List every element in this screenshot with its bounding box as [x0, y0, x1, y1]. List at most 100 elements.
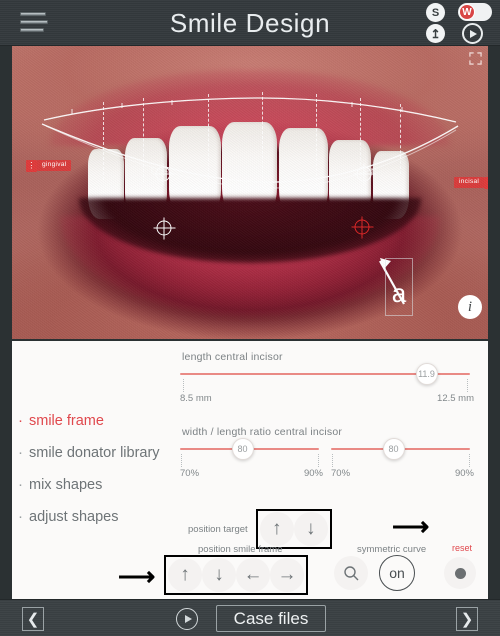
- gingival-tag-marker: ⋮: [26, 159, 37, 172]
- gingival-tag[interactable]: ⋮ gingival: [26, 159, 72, 172]
- slider-max-label: 90%: [303, 468, 323, 479]
- smile-frame-down-button[interactable]: ↓: [202, 558, 236, 592]
- position-smile-frame-label: position smile frame: [198, 544, 283, 555]
- slider-width-length-ratio: width / length ratio central incisor 80 …: [180, 426, 474, 482]
- expand-icon[interactable]: [469, 52, 482, 65]
- menu-item-mix-shapes[interactable]: · mix shapes: [18, 477, 184, 509]
- mode-menu: · smile frame · smile donator library · …: [18, 413, 184, 541]
- gingival-curve: [43, 97, 457, 123]
- control-panel: · smile frame · smile donator library · …: [12, 341, 488, 599]
- slider-labels: 70% 90%: [331, 468, 474, 482]
- menu-item-label: smile frame: [29, 413, 104, 429]
- smile-frame-up-button[interactable]: ↑: [168, 558, 202, 592]
- slider-tick: [181, 454, 183, 467]
- tooth-divider: [143, 98, 144, 182]
- play-triangle: [470, 29, 477, 38]
- position-target-up-button[interactable]: ↑: [259, 512, 294, 546]
- position-target-row: position target ↑ ↓: [188, 509, 332, 549]
- slider-max-label: 90%: [454, 468, 474, 479]
- annotation-arrow-position-smile-frame: ⟶: [118, 561, 156, 591]
- frame-handle-lower-right-selected[interactable]: [351, 216, 374, 239]
- slider-ticks: [331, 454, 470, 468]
- slider-tick: [332, 454, 334, 467]
- tooth-divider: [103, 102, 104, 180]
- slider-title: length central incisor: [182, 351, 283, 363]
- play-button[interactable]: [176, 608, 198, 630]
- bottom-toolbar: ❮ Case files ❯: [0, 599, 500, 636]
- frame-handle-lower-left[interactable]: [153, 217, 176, 240]
- incisal-tag-marker: ⋮: [484, 176, 488, 189]
- menu-item-label: adjust shapes: [29, 509, 119, 525]
- slider-track[interactable]: 80: [331, 438, 470, 460]
- smile-design-app: Smile Design S ↥ W ⋮ gingival incisal a …: [0, 0, 500, 636]
- bullet-icon: ·: [18, 508, 23, 525]
- play-icon[interactable]: [462, 23, 483, 44]
- slider-track[interactable]: 80: [180, 438, 319, 460]
- upload-icon[interactable]: ↥: [426, 24, 445, 43]
- slider-track[interactable]: 11.9: [180, 363, 470, 385]
- annotation-arrow-position-target: ⟶: [392, 511, 430, 541]
- position-target-down-button[interactable]: ↓: [293, 512, 328, 546]
- slider-tick: [182, 379, 184, 392]
- menu-item-label: smile donator library: [29, 445, 160, 461]
- slider-ratio-left: 80 70% 90%: [180, 438, 323, 482]
- menu-item-label: mix shapes: [29, 477, 103, 493]
- bullet-icon: ·: [18, 412, 23, 429]
- tooth-divider: [262, 92, 263, 188]
- smile-frame-overlay[interactable]: [12, 46, 488, 339]
- smile-frame-right-button[interactable]: →: [270, 558, 304, 592]
- dot-icon: [454, 567, 466, 579]
- reset-button[interactable]: [444, 557, 476, 589]
- bullet-icon: ·: [18, 444, 23, 461]
- gingival-tag-label: gingival: [37, 159, 72, 172]
- next-button[interactable]: ❯: [456, 607, 478, 631]
- slider-tick: [467, 379, 469, 392]
- menu-item-smile-donator-library[interactable]: · smile donator library: [18, 445, 184, 477]
- tooth-divider: [316, 94, 317, 186]
- page-title: Smile Design: [169, 8, 331, 38]
- slider-max-label: 12.5 mm: [437, 393, 474, 404]
- incisal-curve: [41, 123, 459, 183]
- slider-title: width / length ratio central incisor: [182, 426, 343, 438]
- slider-tick: [468, 454, 470, 467]
- patient-smile-photo[interactable]: ⋮ gingival incisal ⋮: [12, 46, 488, 339]
- smile-frame-left-button[interactable]: ←: [236, 558, 270, 592]
- tooth-divider: [208, 94, 209, 186]
- menu-item-adjust-shapes[interactable]: · adjust shapes: [18, 509, 184, 541]
- slider-length-central-incisor: length central incisor 11.9 8.5 mm 12.5 …: [180, 351, 474, 407]
- slider-min-label: 70%: [180, 468, 200, 479]
- slider-ticks: [180, 454, 319, 468]
- whitening-badge: W: [459, 4, 475, 20]
- slider-labels: 8.5 mm 12.5 mm: [180, 393, 474, 407]
- top-toolbar: Smile Design S ↥ W: [0, 0, 500, 46]
- reset-label: reset: [452, 543, 473, 553]
- incisal-tag-label: incisal: [454, 176, 485, 189]
- search-glyph: [343, 565, 358, 580]
- annotation-label-a: a: [385, 258, 413, 316]
- bullet-icon: ·: [18, 476, 23, 493]
- search-icon[interactable]: [334, 556, 368, 590]
- play-triangle: [184, 615, 192, 623]
- slider-min-label: 70%: [331, 468, 351, 479]
- position-smile-frame-button-group: ↑ ↓ ← →: [164, 555, 308, 595]
- slider-tick: [317, 454, 319, 467]
- case-files-button[interactable]: Case files: [216, 605, 326, 632]
- slider-labels: 70% 90%: [180, 468, 323, 482]
- previous-button[interactable]: ❮: [22, 607, 44, 631]
- frame-handle-upper-left[interactable]: [152, 163, 175, 186]
- tooth-divider: [400, 104, 401, 174]
- symmetric-curve-toggle[interactable]: on: [379, 555, 415, 591]
- info-icon[interactable]: i: [458, 295, 482, 319]
- menu-item-smile-frame[interactable]: · smile frame: [18, 413, 184, 445]
- frame-handle-upper-right[interactable]: [353, 163, 376, 186]
- incisal-tag[interactable]: incisal ⋮: [454, 176, 488, 189]
- slider-ratio-right: 80 70% 90%: [331, 438, 474, 482]
- frame-tick-marks: [71, 100, 403, 188]
- position-target-label: position target: [188, 523, 248, 535]
- position-target-button-group: ↑ ↓: [255, 509, 332, 549]
- share-icon[interactable]: S: [426, 3, 445, 22]
- symmetric-curve-label: symmetric curve: [357, 544, 427, 555]
- slider-ticks: [180, 379, 470, 393]
- whitening-toggle[interactable]: W: [458, 3, 492, 21]
- slider-min-label: 8.5 mm: [180, 393, 212, 404]
